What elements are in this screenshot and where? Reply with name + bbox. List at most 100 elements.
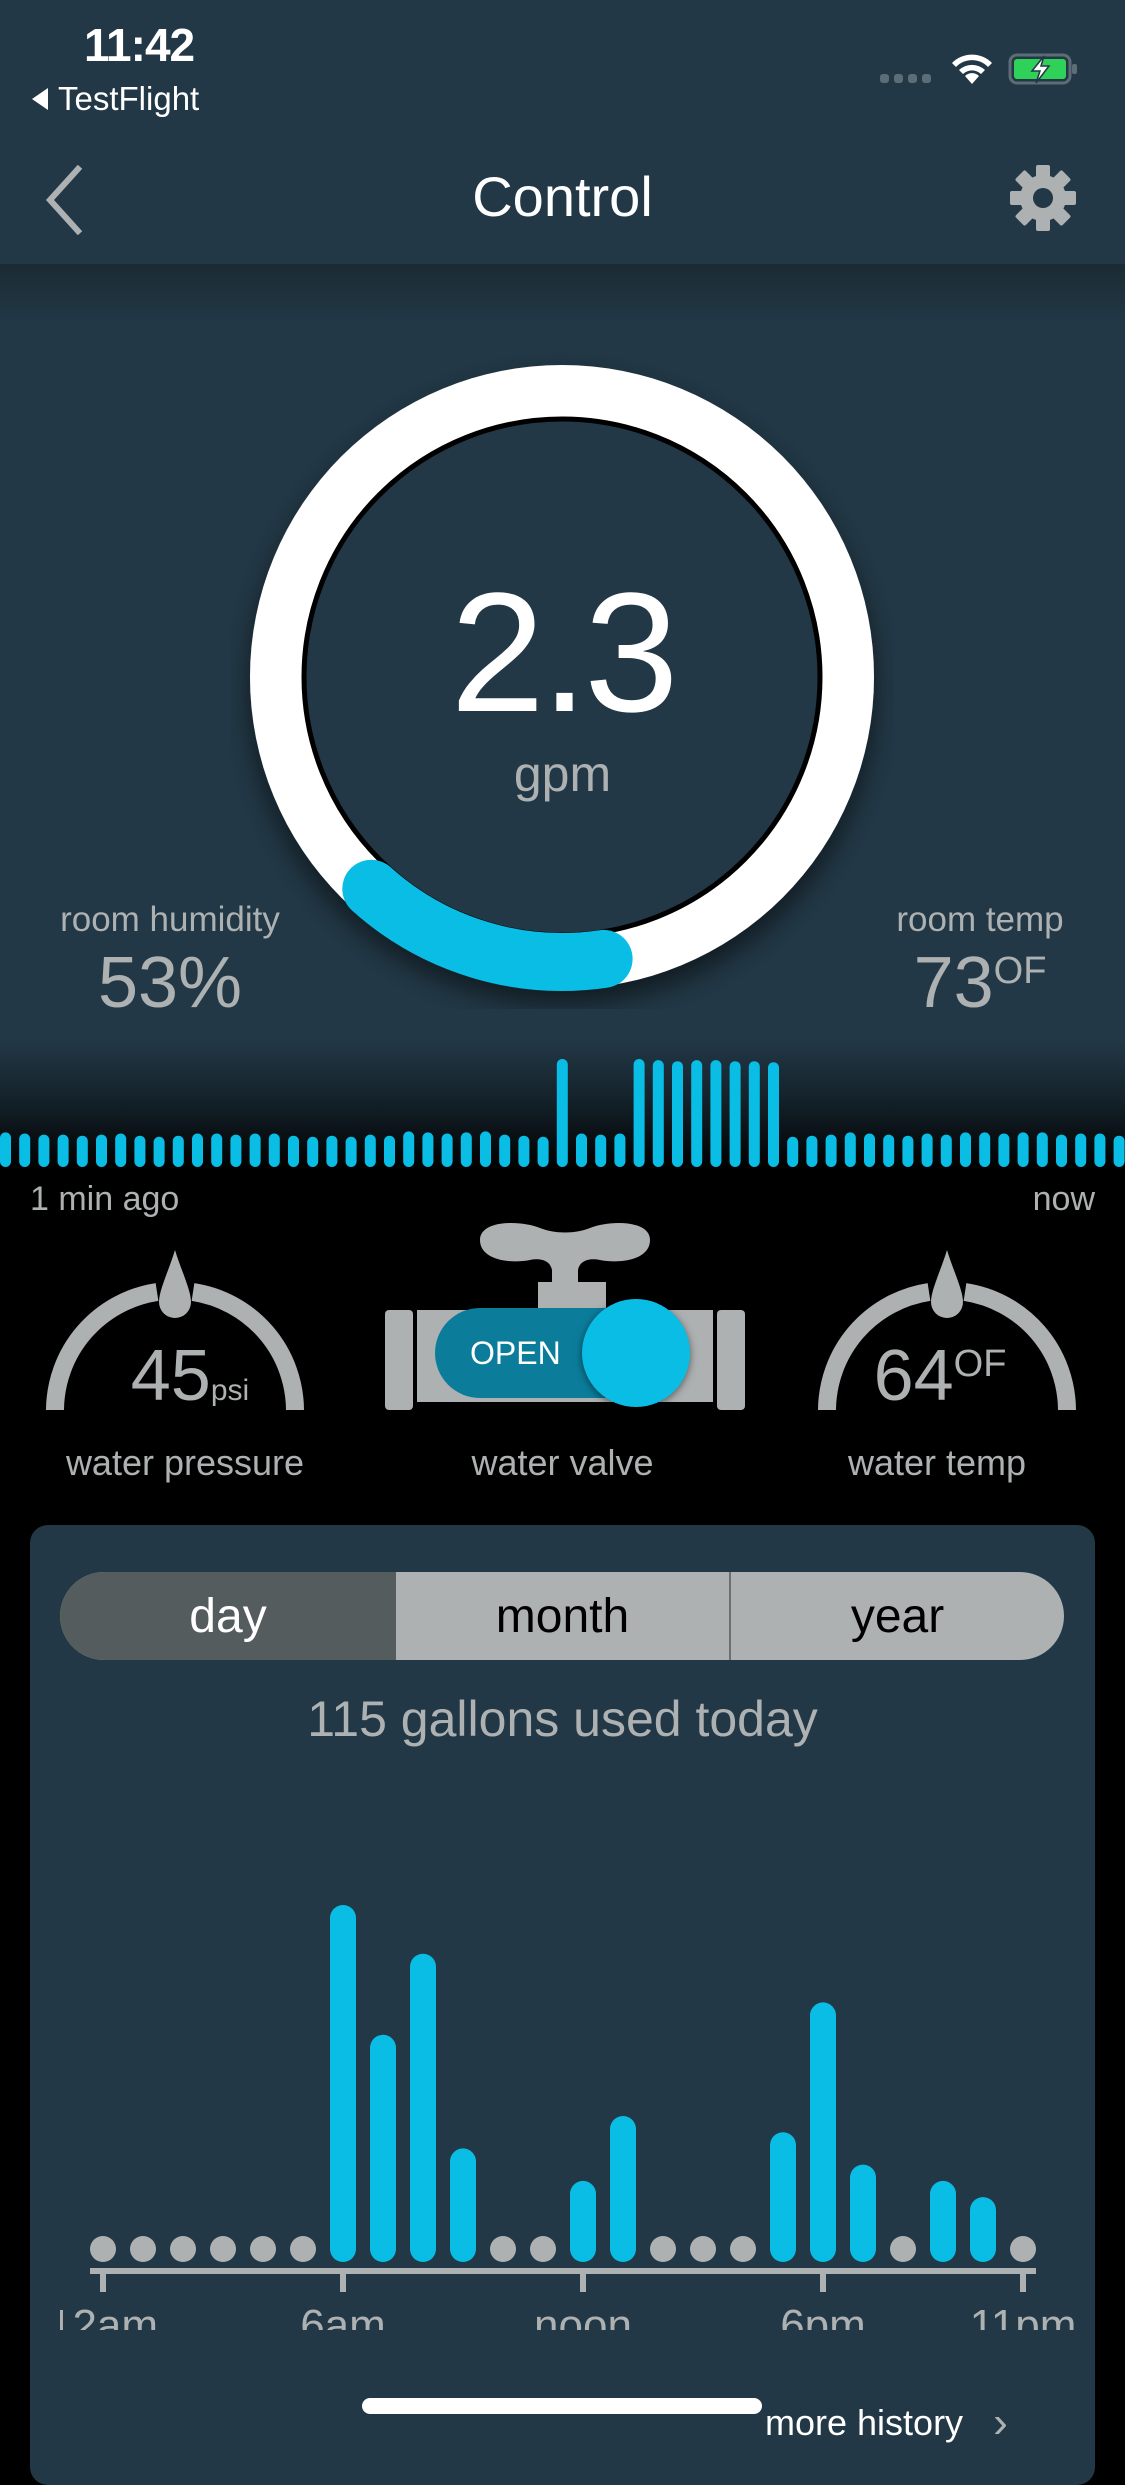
chart-zero-dot (690, 2236, 716, 2262)
waveform-start-label: 1 min ago (30, 1180, 180, 1218)
valve-state-label: OPEN (470, 1335, 561, 1371)
chart-tick-label: 6pm (780, 2301, 866, 2330)
waveform-bar (403, 1131, 415, 1167)
room-temp-value: 73OF (830, 942, 1125, 1024)
wifi-icon (952, 54, 992, 84)
tab-month[interactable]: month (396, 1572, 731, 1660)
waveform-bar (268, 1133, 280, 1167)
waveform-bar (0, 1132, 11, 1167)
chart-zero-dot (90, 2236, 116, 2262)
water-drop-icon (931, 1250, 963, 1318)
waveform-bar (1113, 1135, 1125, 1167)
waveform-bar (96, 1134, 107, 1167)
waveform-bar (230, 1134, 242, 1167)
waveform-bar (19, 1133, 31, 1167)
waveform-bar (192, 1133, 203, 1167)
more-history-link[interactable]: more history › (765, 2398, 1008, 2448)
waveform-bar (940, 1134, 952, 1167)
room-humidity-value: 53% (97, 943, 243, 1023)
waveform-bar (825, 1134, 837, 1167)
pressure-number: 45 (130, 1336, 211, 1416)
tab-year[interactable]: year (731, 1572, 1064, 1660)
waveform-bar (307, 1136, 319, 1167)
chart-tick-label: 11pm (970, 2301, 1077, 2330)
cellular-signal-icon (880, 74, 931, 83)
chart-tick-label: 12am (60, 2301, 158, 2330)
flow-value: 2.3 (450, 558, 678, 748)
waveform-bar (576, 1133, 587, 1167)
flow-waveform (0, 1059, 1125, 1167)
waveform-bar (518, 1135, 530, 1167)
waveform-bar (710, 1060, 722, 1167)
waveform-bar (633, 1059, 645, 1167)
waveform-bar (883, 1134, 895, 1167)
waveform-bar (1075, 1133, 1087, 1167)
chart-bar (850, 2164, 876, 2262)
chart-zero-dot (530, 2236, 556, 2262)
waveform-bar (979, 1132, 991, 1167)
water-pressure-value: 45psi (40, 1335, 340, 1417)
water-temp-label: water temp (847, 1442, 1027, 1483)
waveform-bar (57, 1134, 69, 1167)
chart-zero-dot (250, 2236, 276, 2262)
waveform-bar (422, 1132, 434, 1167)
water-valve-label: water valve (471, 1442, 654, 1483)
waveform-bar (748, 1061, 760, 1167)
waveform-bar (864, 1133, 875, 1167)
waveform-bar (172, 1135, 184, 1167)
chart-tick (340, 2268, 346, 2292)
waveform-bar (364, 1134, 376, 1167)
pressure-unit: psi (210, 1374, 250, 1407)
valve-toggle-knob[interactable] (582, 1299, 690, 1407)
waveform-bar (441, 1133, 453, 1167)
chart-tick-label: 6am (300, 2301, 386, 2330)
home-indicator[interactable] (362, 2398, 762, 2414)
chart-zero-dot (490, 2236, 516, 2262)
waveform-bar (1094, 1133, 1106, 1167)
chart-zero-dot (170, 2236, 196, 2262)
waveform-bar (960, 1132, 971, 1167)
chart-bar (970, 2197, 996, 2262)
chart-tick (820, 2268, 826, 2292)
tab-day[interactable]: day (60, 1572, 396, 1660)
chart-bar (770, 2132, 796, 2262)
water-temp-number: 64 (873, 1336, 954, 1416)
waveform-bar (288, 1135, 299, 1167)
chart-zero-dot (650, 2236, 676, 2262)
chart-tick (1020, 2268, 1026, 2292)
chart-zero-dot (130, 2236, 156, 2262)
page-title: Control (472, 165, 653, 228)
chart-tick-label: noon (534, 2301, 632, 2330)
waveform-bar (537, 1136, 549, 1167)
flow-unit: gpm (513, 746, 612, 802)
settings-button[interactable] (1008, 163, 1078, 233)
waveform-bar (921, 1133, 933, 1167)
waveform-bar (844, 1132, 856, 1167)
waveform-bar (345, 1136, 357, 1167)
usage-summary: 115 gallons used today (307, 1691, 818, 1747)
period-segmented-control: day month year (60, 1572, 1064, 1660)
waveform-bar (691, 1060, 703, 1167)
waveform-bar (134, 1135, 146, 1167)
chart-bar (610, 2116, 636, 2262)
chart-bar (810, 2002, 836, 2262)
room-temp-label: room temp (896, 900, 1064, 939)
waveform-bar (38, 1134, 50, 1167)
waveform-bar (1017, 1132, 1029, 1167)
waveform-bar (556, 1059, 568, 1167)
waveform-bar (998, 1133, 1010, 1167)
battery-charging-icon (1008, 53, 1077, 85)
status-time: 11:42 (84, 19, 195, 71)
usage-bar-chart: 12am 6am noon 6pm 11pm (60, 1905, 1077, 2330)
gear-icon (1010, 165, 1076, 231)
waveform-bar (787, 1136, 799, 1167)
chevron-right-icon: › (993, 2398, 1008, 2447)
waveform-bar (499, 1134, 511, 1167)
back-to-app-button[interactable]: TestFlight (32, 80, 199, 118)
chart-tick (580, 2268, 586, 2292)
waveform-bar (384, 1135, 395, 1167)
waveform-bar (115, 1133, 127, 1167)
waveform-bar (652, 1060, 664, 1167)
chart-tick (100, 2268, 106, 2292)
chart-zero-dot (890, 2236, 916, 2262)
